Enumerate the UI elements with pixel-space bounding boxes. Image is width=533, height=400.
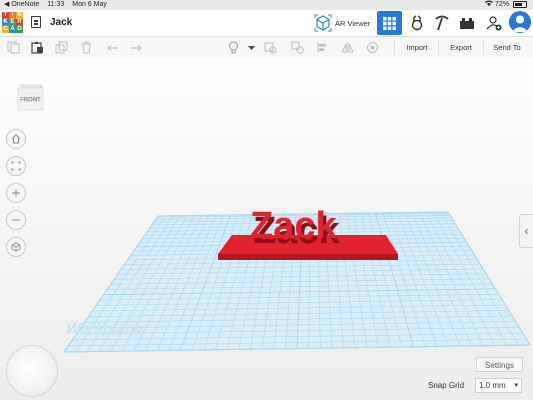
- logo-letter: N: [16, 12, 23, 19]
- user-avatar[interactable]: [509, 11, 531, 33]
- mirror-icon[interactable]: [341, 41, 354, 54]
- chevron-down-icon[interactable]: [245, 41, 258, 54]
- home-view-button[interactable]: [6, 129, 26, 149]
- snap-grid-select[interactable]: 1.0 mm ▾: [475, 378, 522, 393]
- settings-button[interactable]: Settings: [476, 357, 523, 372]
- zoom-out-button[interactable]: [6, 210, 26, 230]
- redo-icon[interactable]: [130, 41, 143, 54]
- logo-letter: R: [16, 19, 23, 26]
- orbit-joystick[interactable]: [6, 345, 58, 397]
- logo-letter: A: [9, 26, 16, 33]
- logo-letter: T: [2, 12, 9, 19]
- logo-letter: C: [2, 26, 9, 33]
- logo-letter: E: [9, 19, 16, 26]
- light-bulb-icon[interactable]: [227, 41, 240, 54]
- circuits-icon[interactable]: [409, 15, 425, 31]
- battery-icon: [513, 0, 527, 8]
- app-header: TINKERCAD Jack AR Viewer: [0, 10, 533, 37]
- fit-view-icon: [11, 161, 21, 171]
- minus-icon: [12, 219, 20, 221]
- bricks-icon[interactable]: [459, 15, 475, 31]
- invite-user-icon[interactable]: [486, 15, 502, 31]
- workplane-label: Workplane: [64, 320, 144, 337]
- snap-grid-value: 1.0 mm: [479, 381, 506, 390]
- export-button[interactable]: Export: [438, 40, 483, 55]
- edit-toolbar: Import Export Send To: [0, 37, 533, 59]
- fit-view-button[interactable]: [6, 156, 26, 176]
- paste-icon[interactable]: [31, 41, 44, 54]
- workspace-canvas[interactable]: Workplane Zack Zack: [0, 58, 533, 400]
- view-cube-face-label: FRONT: [20, 98, 41, 104]
- ar-viewer-label: AR Viewer: [335, 18, 371, 28]
- perspective-cube-icon: [11, 242, 21, 252]
- logo-letter: I: [9, 12, 16, 19]
- logo-letter: D: [16, 26, 23, 33]
- codeblocks-pickaxe-icon[interactable]: [434, 15, 450, 31]
- align-icon[interactable]: [316, 41, 329, 54]
- avatar-person-icon: [512, 15, 528, 32]
- chevron-down-icon: ▾: [514, 382, 518, 389]
- ungroup-icon[interactable]: [291, 41, 304, 54]
- snap-grid-label: Snap Grid: [428, 381, 465, 390]
- back-to-app-link[interactable]: ◀ OneNote: [4, 1, 39, 8]
- send-to-button[interactable]: Send To: [483, 40, 530, 55]
- grid-icon: [383, 16, 396, 30]
- design-title[interactable]: Jack: [50, 17, 72, 28]
- home-icon: [11, 134, 21, 144]
- tinkercad-logo[interactable]: TINKERCAD: [2, 12, 24, 34]
- 3d-design-view-button[interactable]: [377, 11, 402, 35]
- group-icon[interactable]: [264, 41, 277, 54]
- status-date: Mon 6 May: [72, 1, 107, 8]
- duplicate-icon[interactable]: [55, 41, 68, 54]
- ar-viewer-button[interactable]: AR Viewer: [312, 11, 374, 35]
- zoom-in-button[interactable]: [6, 183, 26, 203]
- design-list-icon[interactable]: [31, 16, 41, 28]
- logo-letter: K: [2, 19, 9, 26]
- model-text[interactable]: Zack: [250, 205, 337, 247]
- wifi-icon: [485, 0, 495, 8]
- shapes-panel-toggle[interactable]: ‹: [519, 214, 533, 248]
- undo-icon[interactable]: [106, 41, 119, 54]
- ar-cube-icon: [314, 14, 332, 32]
- model-base-side: [218, 254, 398, 260]
- chevron-left-icon: ‹: [524, 224, 529, 238]
- status-time: 11:33: [47, 1, 65, 8]
- cruise-icon[interactable]: [366, 41, 379, 54]
- delete-icon[interactable]: [80, 41, 93, 54]
- scene-svg: Workplane Zack Zack: [63, 205, 531, 353]
- perspective-button[interactable]: [6, 237, 26, 257]
- import-button[interactable]: Import: [394, 40, 439, 55]
- battery-percent: 72%: [495, 1, 510, 8]
- view-cube[interactable]: FRONT: [14, 80, 48, 114]
- status-bar: ◀ OneNote 11:33 Mon 6 May 72%: [0, 0, 533, 10]
- copy-icon[interactable]: [7, 41, 20, 54]
- plus-icon: [12, 189, 20, 197]
